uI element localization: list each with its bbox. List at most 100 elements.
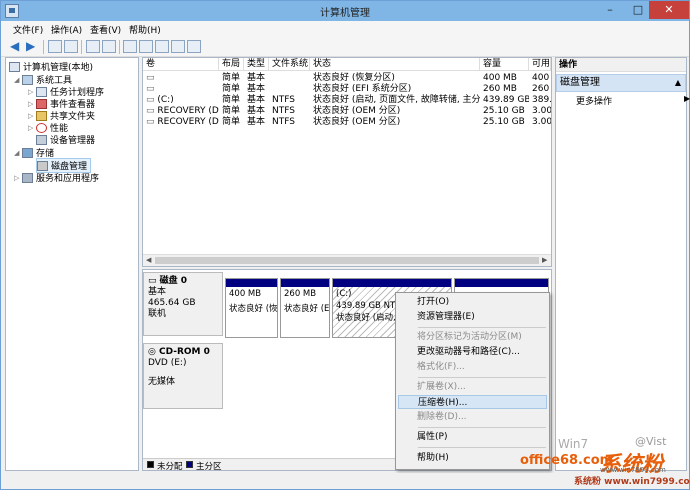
toolbar-separator	[81, 40, 82, 54]
volume-icon: ▭	[146, 106, 158, 116]
disk-icon: ▭	[148, 276, 160, 286]
menu-help[interactable]: 帮助(H)	[129, 23, 161, 36]
shared-folder-icon	[36, 110, 47, 121]
legend-unallocated: 未分配	[157, 462, 183, 472]
close-button[interactable]: ✕	[649, 1, 689, 19]
show-action-pane-icon[interactable]	[102, 40, 116, 53]
collapse-up-icon[interactable]: ▲	[675, 75, 681, 91]
collapse-triangle-icon[interactable]: ◢	[14, 76, 22, 84]
menu-action[interactable]: 操作(A)	[51, 23, 82, 36]
watermark-url: www.win7999.com	[600, 466, 666, 474]
volume-icon: ▭	[146, 73, 155, 83]
collapse-triangle-icon[interactable]: ◢	[14, 149, 22, 157]
cell-volume: ▭ RECOVERY (D:)	[143, 116, 219, 128]
navigation-tree: 计算机管理(本地) ◢ 系统工具 ▷ 任务计划程序 ▷ 事件查看器 ▷ 共享文件…	[5, 57, 139, 471]
partition-status: 状态良好 (恢	[229, 304, 277, 314]
forward-arrow-icon[interactable]: ▶	[26, 40, 40, 53]
primary-swatch	[186, 461, 193, 468]
scrollbar-thumb[interactable]	[155, 257, 539, 264]
ctx-explore[interactable]: 资源管理器(E)	[398, 310, 547, 324]
column-header-type[interactable]: 类型	[244, 58, 269, 71]
toolbar-separator	[119, 40, 120, 54]
folder-icon[interactable]	[155, 40, 169, 53]
chevron-right-icon: ▶	[684, 94, 690, 103]
services-icon	[22, 172, 33, 183]
ctx-delete-volume: 删除卷(D)...	[417, 412, 467, 422]
search-icon[interactable]	[171, 40, 185, 53]
cdrom-media: 无媒体	[148, 377, 176, 387]
ctx-mark-active: 将分区标记为活动分区(M)	[417, 332, 522, 342]
cdrom-0-label[interactable]: ◎ CD-ROM 0 DVD (E:) 无媒体	[143, 343, 223, 409]
column-header-status[interactable]: 状态	[310, 58, 480, 71]
title-bar[interactable]: 计算机管理 – □ ✕	[1, 1, 689, 21]
system-tools-icon	[22, 74, 33, 85]
more-actions[interactable]: 更多操作 ▶	[576, 94, 690, 107]
menu-file[interactable]: 文件(F)	[13, 23, 43, 36]
up-folder-icon[interactable]	[48, 40, 62, 53]
scroll-right-icon[interactable]: ▶	[542, 256, 547, 264]
disk-0-name: ▭ 磁盘 0	[148, 276, 218, 287]
disk-0-label[interactable]: ▭ 磁盘 0 基本 465.64 GB 联机	[143, 272, 223, 336]
actions-header: 操作	[556, 58, 686, 72]
disk-0-size: 465.64 GB	[148, 298, 196, 308]
menu-separator	[418, 327, 546, 328]
column-header-free[interactable]: 可用	[529, 58, 551, 71]
maximize-button[interactable]: □	[625, 1, 651, 19]
back-arrow-icon[interactable]: ◀	[10, 40, 24, 53]
expand-triangle-icon[interactable]: ▷	[28, 124, 36, 132]
ctx-properties[interactable]: 属性(P)	[398, 430, 547, 444]
ctx-change-drive-letter[interactable]: 更改驱动器号和路径(C)...	[398, 345, 547, 359]
show-hide-tree-icon[interactable]	[64, 40, 78, 53]
volume-icon: ▭	[146, 84, 155, 94]
expand-triangle-icon[interactable]: ▷	[28, 88, 36, 96]
connect-icon[interactable]	[123, 40, 137, 53]
watermark-vista: @Vist	[635, 435, 667, 448]
disk-management-icon	[37, 160, 48, 171]
volume-name: RECOVERY (D:)	[157, 106, 219, 116]
window-title: 计算机管理	[320, 8, 370, 19]
unallocated-swatch	[147, 461, 154, 468]
ctx-shrink-volume[interactable]: 压缩卷(H)...	[398, 395, 547, 409]
expand-triangle-icon[interactable]: ▷	[14, 174, 22, 182]
tree-item-root[interactable]: 计算机管理(本地)	[9, 60, 93, 73]
column-header-capacity[interactable]: 容量	[480, 58, 529, 71]
watermark-logo-swirl: Win7	[558, 437, 589, 451]
minimize-button[interactable]: –	[597, 1, 623, 19]
performance-icon	[36, 122, 47, 133]
menu-view[interactable]: 查看(V)	[90, 23, 121, 36]
column-header-filesystem[interactable]: 文件系统	[269, 58, 310, 71]
help-icon[interactable]	[86, 40, 100, 53]
menu-bar: 文件(F) 操作(A) 查看(V) 帮助(H)	[1, 21, 689, 37]
partition-efi[interactable]: 260 MB 状态良好 (E	[280, 278, 330, 338]
tree-item-label: 服务和应用程序	[36, 174, 100, 184]
partition-bar	[333, 279, 451, 287]
partition-bar	[455, 279, 548, 287]
actions-section-disk-management[interactable]: 磁盘管理 ▲	[556, 74, 686, 92]
cell-free: 3.00	[532, 117, 551, 127]
cell-filesystem: NTFS	[272, 117, 295, 127]
actions-pane: 操作 磁盘管理 ▲ 更多操作 ▶	[555, 57, 690, 471]
storage-icon	[22, 147, 33, 158]
tree-item-label: 设备管理器	[50, 136, 96, 146]
context-menu: 打开(O) 资源管理器(E) 将分区标记为活动分区(M) 更改驱动器号和路径(C…	[395, 292, 550, 470]
horizontal-scrollbar[interactable]: ◀ ▶	[143, 254, 551, 266]
actions-section-label: 磁盘管理	[560, 77, 600, 88]
column-header-volume[interactable]: 卷	[143, 58, 219, 71]
partition-recovery[interactable]: 400 MB 状态良好 (恢	[225, 278, 278, 338]
computer-management-window: 计算机管理 – □ ✕ 文件(F) 操作(A) 查看(V) 帮助(H) ◀ ▶ …	[0, 0, 690, 490]
cdrom-0-name-text: CD-ROM 0	[159, 347, 210, 357]
clock-icon	[36, 86, 47, 97]
toolbar-separator	[43, 40, 44, 54]
tree-item-device-manager[interactable]: 设备管理器	[36, 133, 95, 146]
scroll-left-icon[interactable]: ◀	[146, 256, 151, 264]
ctx-format: 格式化(F)...	[417, 362, 465, 372]
properties-icon[interactable]	[187, 40, 201, 53]
cdrom-drive: DVD (E:)	[148, 358, 187, 368]
tree-item-services[interactable]: ▷ 服务和应用程序	[14, 171, 99, 184]
column-header-layout[interactable]: 布局	[219, 58, 244, 71]
expand-triangle-icon[interactable]: ▷	[28, 100, 36, 108]
cdrom-icon: ◎	[148, 347, 159, 357]
ctx-open[interactable]: 打开(O)	[398, 295, 547, 309]
expand-triangle-icon[interactable]: ▷	[28, 112, 36, 120]
settings-icon[interactable]	[139, 40, 153, 53]
